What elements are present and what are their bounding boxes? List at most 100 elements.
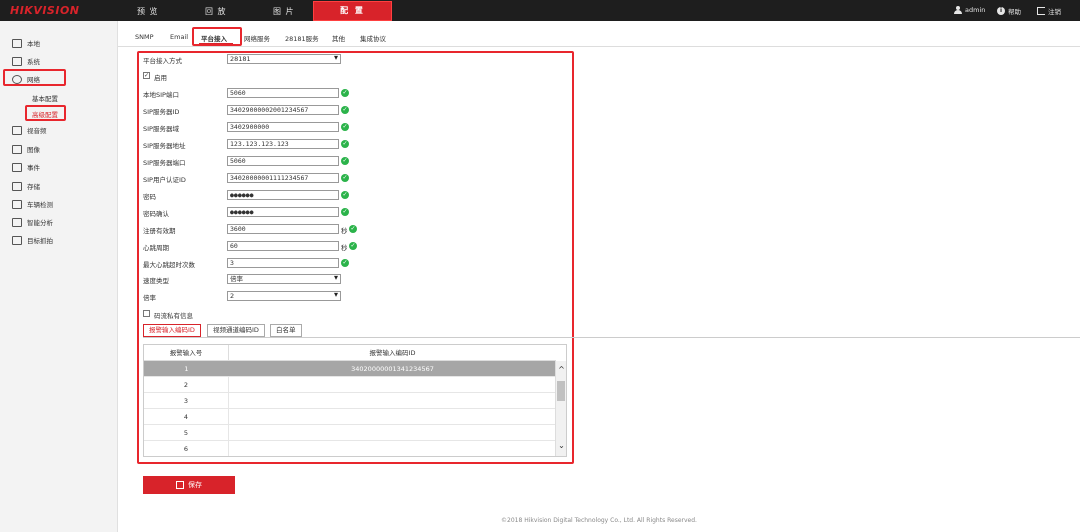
label-sip-server-id: SIP服务器ID xyxy=(143,108,180,116)
valid-check-icon: ✓ xyxy=(349,225,357,233)
nav-preview[interactable]: 预 览 xyxy=(137,6,159,17)
highlight-advanced xyxy=(25,105,66,121)
tab-integration[interactable]: 集成协议 xyxy=(360,33,386,43)
valid-check-icon: ✓ xyxy=(349,242,357,250)
table-row[interactable]: 4 xyxy=(144,409,556,425)
private-signal-checkbox[interactable] xyxy=(143,310,150,317)
table-row[interactable]: 3 xyxy=(144,393,556,409)
label-sip-server-domain: SIP服务器域 xyxy=(143,125,179,133)
vehicle-search-icon xyxy=(12,199,22,209)
stream-type-select[interactable]: 倍率 xyxy=(227,274,341,284)
sidebar xyxy=(0,21,118,532)
sip-server-port-input[interactable]: 5060 xyxy=(227,156,339,166)
sidebar-item-video-audio[interactable]: 视音频 xyxy=(12,125,47,135)
valid-check-icon: ✓ xyxy=(341,191,349,199)
tab-snmp[interactable]: SNMP xyxy=(135,33,154,41)
label-reg-validity: 注册有效期 xyxy=(143,227,176,235)
label-password-confirm: 密码确认 xyxy=(143,210,169,218)
save-button[interactable]: 保存 xyxy=(143,476,235,494)
valid-check-icon: ✓ xyxy=(341,123,349,131)
rate-select[interactable]: 2 xyxy=(227,291,341,301)
sip-user-id-input[interactable]: 34020000001111234567 xyxy=(227,173,339,183)
alarm-input-table: 报警输入号 报警输入编码ID 1 34020000001341234567 2 … xyxy=(143,344,567,457)
top-nav-bar: HIKVISION 预 览 回 放 图 片 配 置 admin i 帮助 注销 xyxy=(0,0,1080,21)
tab-other[interactable]: 其他 xyxy=(332,33,345,43)
label-sip-user-id: SIP用户认证ID xyxy=(143,176,186,184)
save-icon xyxy=(176,481,184,489)
label-local-sip-port: 本地SIP端口 xyxy=(143,91,179,99)
highlight-tab xyxy=(192,27,242,46)
label-sip-server-addr: SIP服务器地址 xyxy=(143,142,186,150)
sidebar-item-local[interactable]: 本地 xyxy=(12,38,40,48)
image-icon xyxy=(12,144,22,154)
sip-server-domain-input[interactable]: 3402900000 xyxy=(227,122,339,132)
subtab-video-channel-id[interactable]: 视频通道编码ID xyxy=(207,324,265,337)
nav-playback[interactable]: 回 放 xyxy=(205,6,227,17)
subtab-alarm-input-id[interactable]: 报警输入编码ID xyxy=(143,324,201,337)
table-row[interactable]: 5 xyxy=(144,425,556,441)
reg-unit: 秒 xyxy=(341,227,348,235)
tab-network-service[interactable]: 网络服务 xyxy=(244,33,270,43)
label-enable: 启用 xyxy=(154,74,167,82)
label-access-mode: 平台接入方式 xyxy=(143,57,182,65)
event-icon xyxy=(12,162,22,172)
logout-label: 注销 xyxy=(1048,8,1061,16)
subtab-divider xyxy=(143,337,1080,338)
valid-check-icon: ✓ xyxy=(341,89,349,97)
label-max-timeout: 最大心跳超时次数 xyxy=(143,261,195,269)
camera-icon xyxy=(12,125,22,135)
monitor-icon xyxy=(12,38,22,48)
label-stream-type: 速度类型 xyxy=(143,277,169,285)
reg-validity-input[interactable]: 3600 xyxy=(227,224,339,234)
local-sip-port-input[interactable]: 5060 xyxy=(227,88,339,98)
password-confirm-input[interactable]: ●●●●●● xyxy=(227,207,339,217)
max-timeout-input[interactable]: 3 xyxy=(227,258,339,268)
access-mode-select[interactable]: 28181 xyxy=(227,54,341,64)
valid-check-icon: ✓ xyxy=(341,208,349,216)
nav-picture[interactable]: 图 片 xyxy=(273,6,295,17)
sidebar-item-storage[interactable]: 存储 xyxy=(12,181,40,191)
sip-server-id-input[interactable]: 34029000002001234567 xyxy=(227,105,339,115)
enable-checkbox[interactable]: ✓ xyxy=(143,72,150,79)
col-header-id: 报警输入编码ID xyxy=(229,345,556,361)
sidebar-item-vehicle[interactable]: 车辆检测 xyxy=(12,199,53,209)
highlight-network xyxy=(3,69,66,86)
sidebar-item-system[interactable]: 系统 xyxy=(12,56,40,66)
footer-copyright: ©2018 Hikvision Digital Technology Co., … xyxy=(501,517,697,524)
help-icon: i xyxy=(997,7,1005,15)
table-row[interactable]: 1 34020000001341234567 xyxy=(144,361,556,377)
sidebar-item-image[interactable]: 图像 xyxy=(12,144,40,154)
chevron-up-icon[interactable]: ^ xyxy=(557,365,566,374)
table-row[interactable]: 2 xyxy=(144,377,556,393)
sidebar-item-smart[interactable]: 智能分析 xyxy=(12,217,53,227)
user-menu[interactable]: admin xyxy=(954,6,985,14)
heartbeat-input[interactable]: 60 xyxy=(227,241,339,251)
valid-check-icon: ✓ xyxy=(341,140,349,148)
valid-check-icon: ✓ xyxy=(341,174,349,182)
help-link[interactable]: i 帮助 xyxy=(997,6,1021,16)
logout-link[interactable]: 注销 xyxy=(1037,6,1061,16)
tab-email[interactable]: Email xyxy=(170,33,188,41)
sidebar-item-target[interactable]: 目标抓拍 xyxy=(12,235,53,245)
target-capture-icon xyxy=(12,235,22,245)
brand-logo: HIKVISION xyxy=(10,4,80,17)
table-row[interactable]: 6 xyxy=(144,441,556,456)
sidebar-item-event[interactable]: 事件 xyxy=(12,162,40,172)
system-icon xyxy=(12,56,22,66)
valid-check-icon: ✓ xyxy=(341,157,349,165)
label-heartbeat: 心跳周期 xyxy=(143,244,169,252)
label-rate: 倍率 xyxy=(143,294,156,302)
table-scrollbar[interactable]: ^ ⌄ xyxy=(555,361,566,456)
label-sip-server-port: SIP服务器端口 xyxy=(143,159,186,167)
tab-28181[interactable]: 28181服务 xyxy=(285,33,319,43)
sidebar-sub-basic[interactable]: 基本配置 xyxy=(32,93,58,103)
scrollbar-thumb[interactable] xyxy=(557,381,565,401)
storage-icon xyxy=(12,181,22,191)
nav-config[interactable]: 配 置 xyxy=(313,1,392,21)
logout-icon xyxy=(1037,7,1045,15)
password-input[interactable]: ●●●●●● xyxy=(227,190,339,200)
subtab-whitelist[interactable]: 白名单 xyxy=(270,324,302,337)
chevron-down-icon[interactable]: ⌄ xyxy=(557,441,566,450)
valid-check-icon: ✓ xyxy=(341,259,349,267)
sip-server-addr-input[interactable]: 123.123.123.123 xyxy=(227,139,339,149)
